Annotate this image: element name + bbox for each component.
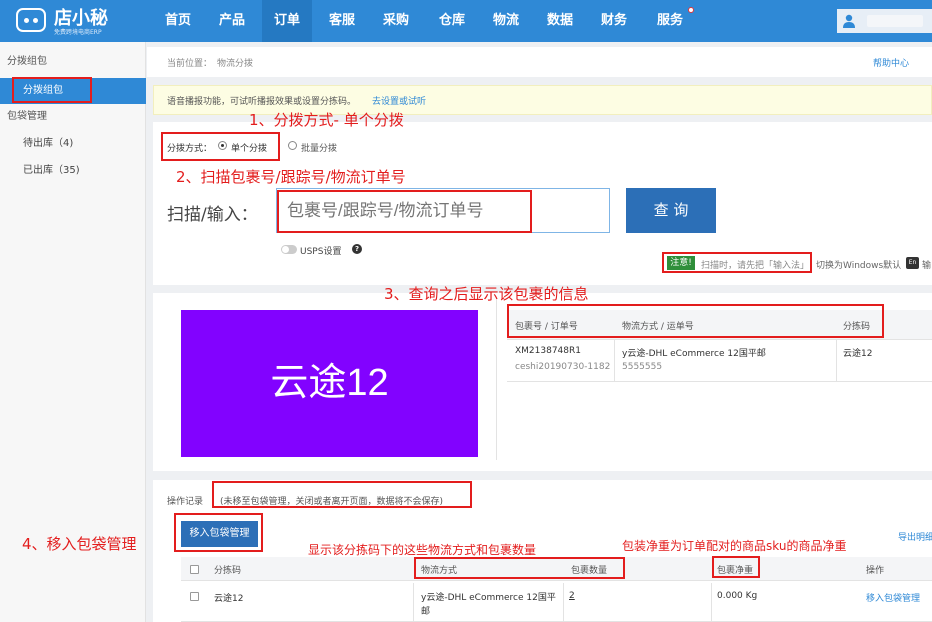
col-divider [711,583,712,622]
row-sort-code: 云途12 [214,594,244,604]
query-button[interactable]: 查 询 [626,188,716,233]
scan-label: 扫描/输入： [167,205,258,225]
radio-batch-mode[interactable] [288,141,297,150]
annotation-box-logistics-count [414,557,625,579]
row-package-count-link[interactable]: 2 [569,591,575,601]
breadcrumb-current: 物流分拨 [217,59,254,69]
annotation-step-1: 1、分拨方式- 单个分拨 [249,111,404,129]
row-logistics: y云途-DHL eCommerce 12国平邮 [421,593,556,617]
row-checkbox[interactable] [190,592,199,601]
col-divider [563,583,564,622]
sidebar-item-shipped[interactable]: 已出库（35) [0,158,146,184]
row-net-weight: 0.000 Kg [717,591,758,601]
col-divider [614,340,615,382]
nav-data[interactable]: 数据 [536,0,584,42]
order-number: ceshi20190730-1182 [515,362,611,372]
notice-settings-link[interactable]: 去设置或试听 [372,94,426,107]
row-move-to-bag-link[interactable]: 移入包袋管理 [866,591,920,604]
annotation-box-package-header [507,304,884,338]
sort-code-cell: 云途12 [843,349,873,359]
annotation-logistics-count: 显示该分拣码下的这些物流方式和包裹数量 [308,543,537,557]
col-action: 操作 [866,566,885,576]
annotation-box-mode [161,132,280,161]
sort-code-display: 云途12 [181,310,478,457]
col-sort-code: 分拣码 [214,566,242,576]
notification-dot-icon [688,7,694,13]
nav-finance[interactable]: 财务 [590,0,638,42]
annotation-box-op-hint [212,481,472,508]
col-divider [836,340,837,382]
nav-services[interactable]: 服务 [644,0,696,42]
annotation-box-sidebar [12,77,92,103]
package-number: XM2138748R1 [515,346,581,356]
sidebar-group-sorting: 分拨组包 [7,56,47,67]
breadcrumb [147,47,932,77]
note-switch-text: 切换为Windows默认 [816,261,902,271]
usps-settings-label[interactable]: USPS设置 [300,244,341,257]
col-divider [413,583,414,622]
app-logo[interactable]: 店小秘 免费跨境电商ERP [16,4,134,38]
annotation-step-4: 4、移入包袋管理 [22,535,137,553]
notice-text: 语音播报功能，可试听播报效果或设置分拣码。 [167,97,357,107]
annotation-box-scan-input [277,190,532,233]
nav-products[interactable]: 产品 [208,0,256,42]
input-method-en-icon: En [906,257,919,269]
robot-logo-icon [16,8,46,32]
export-details-link[interactable]: 导出明细 [898,530,932,543]
annotation-box-net-weight [712,556,760,578]
select-all-checkbox[interactable] [190,565,199,574]
nav-logistics[interactable]: 物流 [482,0,530,42]
nav-purchasing[interactable]: 采购 [372,0,420,42]
annotation-net-weight: 包装净重为订单配对的商品sku的商品净重 [622,539,847,553]
help-center-link[interactable]: 帮助中心 [873,56,909,69]
annotation-step-3: 3、查询之后显示该包裹的信息 [384,285,589,303]
nav-warehouse[interactable]: 仓库 [426,0,478,42]
username-masked [867,15,923,27]
sidebar-group-bag-management: 包袋管理 [7,111,47,122]
usps-toggle[interactable] [281,245,297,254]
nav-orders[interactable]: 订单 [262,0,312,42]
batch-mode-label[interactable]: 批量分拨 [301,141,337,154]
panel-divider [496,300,497,460]
op-record-label: 操作记录 [167,497,204,507]
question-circle-icon[interactable]: ? [352,244,362,254]
annotation-box-note [662,252,812,273]
annotation-box-move-button [174,513,263,552]
logo-tagline: 免费跨境电商ERP [54,29,102,36]
user-account[interactable] [837,9,932,33]
annotation-step-2: 2、扫描包裹号/跟踪号/物流订单号 [176,168,406,186]
breadcrumb-label: 当前位置： [167,59,213,69]
logistics-method: y云途-DHL eCommerce 12国平邮 [622,349,766,359]
waybill-number: 5555555 [622,362,663,372]
nav-customer-service[interactable]: 客服 [318,0,366,42]
note-trailing-text: 输 [922,261,932,271]
nav-home[interactable]: 首页 [154,0,202,42]
user-icon [843,14,855,28]
sidebar-item-pending-outbound[interactable]: 待出库（4) [0,131,146,157]
